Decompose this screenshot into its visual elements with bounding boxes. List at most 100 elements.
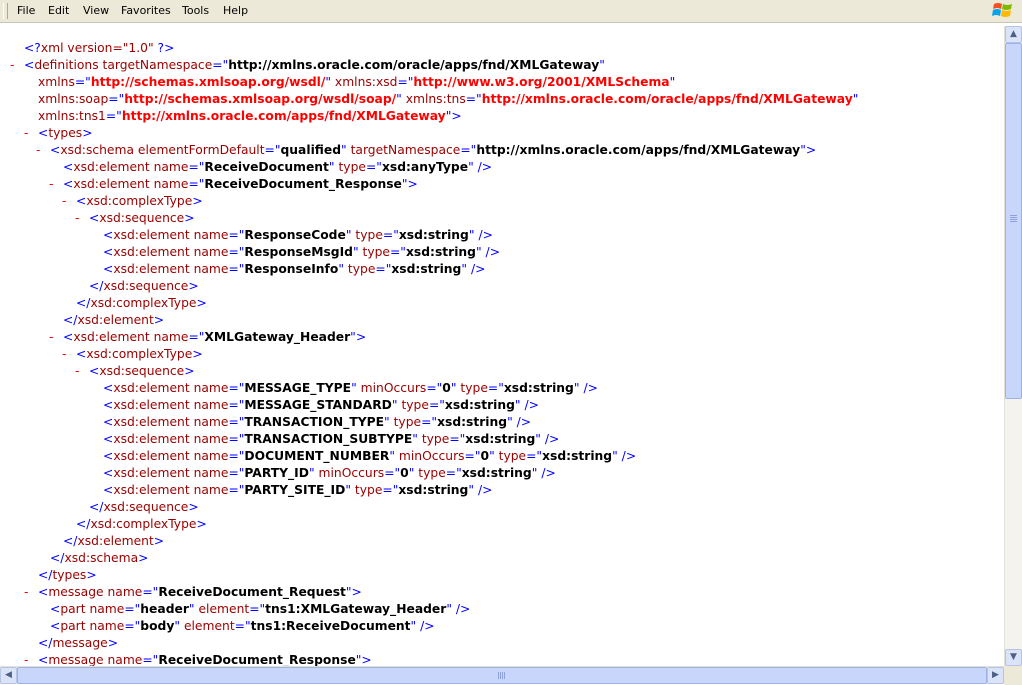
xml-token: xmlns:soap	[38, 92, 109, 106]
xml-token: ="	[465, 92, 482, 106]
xml-token: <	[103, 262, 114, 276]
xml-line: </xsd:element>	[63, 312, 164, 329]
xml-token: name	[85, 619, 125, 633]
xml-token: ="	[108, 92, 125, 106]
xml-token: ReceiveDocument_Request	[158, 585, 346, 599]
xml-token: ="	[228, 228, 245, 242]
xml-token: >	[138, 551, 149, 565]
xml-token: ="	[384, 466, 401, 480]
xml-token: ="	[74, 75, 91, 89]
xml-token: ="	[124, 619, 141, 633]
xml-token: ReceiveDocument_Response	[158, 653, 356, 666]
vertical-scrollbar[interactable]: ▲ ▼	[1004, 26, 1022, 666]
xml-token: <	[103, 228, 114, 242]
xml-line: - <xsd:complexType>	[62, 346, 203, 363]
xml-token: type	[414, 466, 446, 480]
scroll-right-icon[interactable]: ▶	[987, 667, 1004, 684]
collapse-toggle-icon[interactable]: -	[24, 652, 38, 666]
xml-token: <	[50, 602, 61, 616]
xml-line: <xsd:element name="ResponseInfo" type="x…	[103, 261, 485, 278]
xml-line: <xsd:element name="TRANSACTION_TYPE" typ…	[103, 414, 531, 431]
xml-token: >	[153, 313, 165, 327]
xml-line: </xsd:schema>	[50, 550, 148, 567]
xml-token: ="	[188, 160, 205, 174]
menu-favorites[interactable]: Favorites	[115, 2, 177, 20]
xml-token: >	[153, 534, 165, 548]
collapse-toggle-icon[interactable]: -	[62, 346, 76, 363]
horizontal-scrollbar[interactable]: ◀ ▶	[0, 666, 1004, 684]
xml-token: type	[351, 228, 383, 242]
xml-document-view: <?xml version="1.0" ?> - <definitions targ…	[0, 26, 1004, 666]
scroll-up-icon[interactable]: ▲	[1005, 26, 1022, 43]
menu-file[interactable]: File	[11, 2, 41, 20]
menu-view[interactable]: View	[77, 2, 115, 20]
xml-token: xsd:string	[391, 262, 462, 276]
collapse-toggle-icon[interactable]: -	[24, 125, 38, 142]
xml-token: name	[149, 177, 189, 191]
xml-line: - <message name="ReceiveDocument_Response…	[24, 652, 372, 666]
menu-help[interactable]: Help	[217, 2, 254, 20]
xml-token: xsd:element	[113, 245, 190, 259]
xml-token: xsd:element	[113, 432, 190, 446]
xml-line: </xsd:sequence>	[89, 499, 199, 516]
xml-line: </message>	[38, 635, 118, 652]
menu-edit[interactable]: Edit	[42, 2, 75, 20]
collapse-toggle-icon[interactable]: -	[75, 363, 89, 380]
xml-token: name	[189, 432, 229, 446]
xml-line: <xsd:element name="MESSAGE_STANDARD" typ…	[103, 397, 539, 414]
xml-token: " />	[468, 228, 493, 242]
scroll-down-icon[interactable]: ▼	[1005, 649, 1022, 666]
collapse-toggle-icon[interactable]: -	[10, 57, 24, 74]
xml-token: element	[194, 602, 250, 616]
xml-token: http://schemas.xmlsoap.org/wsdl/soap/	[124, 92, 397, 106]
xml-token: type	[334, 160, 366, 174]
xml-token: >	[184, 364, 195, 378]
xml-token: http://xmlns.oracle.com/oracle/apps/fnd/…	[228, 58, 600, 72]
xml-token: XMLGateway_Header	[204, 330, 351, 344]
xml-token: >	[188, 500, 199, 514]
xml-token: ="	[426, 381, 443, 395]
windows-logo-icon	[992, 0, 1014, 20]
xml-token: <	[103, 415, 114, 429]
xml-token: ="	[228, 245, 245, 259]
xml-token: name	[189, 449, 229, 463]
xml-token: ">	[350, 330, 367, 344]
xml-line: </xsd:complexType>	[76, 295, 207, 312]
xml-token: xsd:element	[73, 177, 150, 191]
collapse-toggle-icon[interactable]: -	[62, 193, 76, 210]
xml-token: " />	[507, 415, 532, 429]
xml-token: <	[50, 619, 61, 633]
xml-token: ResponseInfo	[244, 262, 339, 276]
xml-line: </xsd:complexType>	[76, 516, 207, 533]
xml-token: " />	[468, 160, 493, 174]
xml-token: xsd:string	[398, 228, 469, 242]
xml-token: ="	[228, 381, 245, 395]
xml-token: http://xmlns.oracle.com/apps/fnd/XMLGate…	[476, 143, 801, 157]
vertical-scroll-thumb[interactable]	[1005, 43, 1022, 399]
collapse-toggle-icon[interactable]: -	[36, 142, 50, 159]
xml-token: <?	[24, 41, 41, 55]
xml-token: >	[82, 126, 93, 140]
xml-line: - <message name="ReceiveDocument_Request"…	[24, 584, 362, 601]
xml-token: targetNamespace	[98, 58, 213, 72]
horizontal-scroll-thumb[interactable]	[17, 667, 987, 684]
xml-token: xsd:schema	[64, 551, 139, 565]
collapse-toggle-icon[interactable]: -	[49, 176, 63, 193]
scroll-left-icon[interactable]: ◀	[0, 667, 17, 684]
xml-token: <	[103, 466, 114, 480]
xml-token: type	[344, 262, 376, 276]
xml-token: part	[60, 619, 86, 633]
menu-tools[interactable]: Tools	[176, 2, 215, 20]
xml-token: </	[38, 636, 53, 650]
xml-token: type	[456, 381, 488, 395]
xml-token: xsd:complexType	[90, 517, 197, 531]
collapse-toggle-icon[interactable]: -	[75, 210, 89, 227]
xml-token: PARTY_SITE_ID	[244, 483, 346, 497]
xml-token: http://xmlns.oracle.com/apps/fnd/XMLGate…	[121, 109, 446, 123]
xml-token: message	[48, 653, 104, 666]
xml-token: ="	[212, 58, 229, 72]
collapse-toggle-icon[interactable]: -	[49, 329, 63, 346]
xml-token: "	[669, 75, 676, 89]
collapse-toggle-icon[interactable]: -	[24, 584, 38, 601]
xml-token: </	[63, 313, 78, 327]
